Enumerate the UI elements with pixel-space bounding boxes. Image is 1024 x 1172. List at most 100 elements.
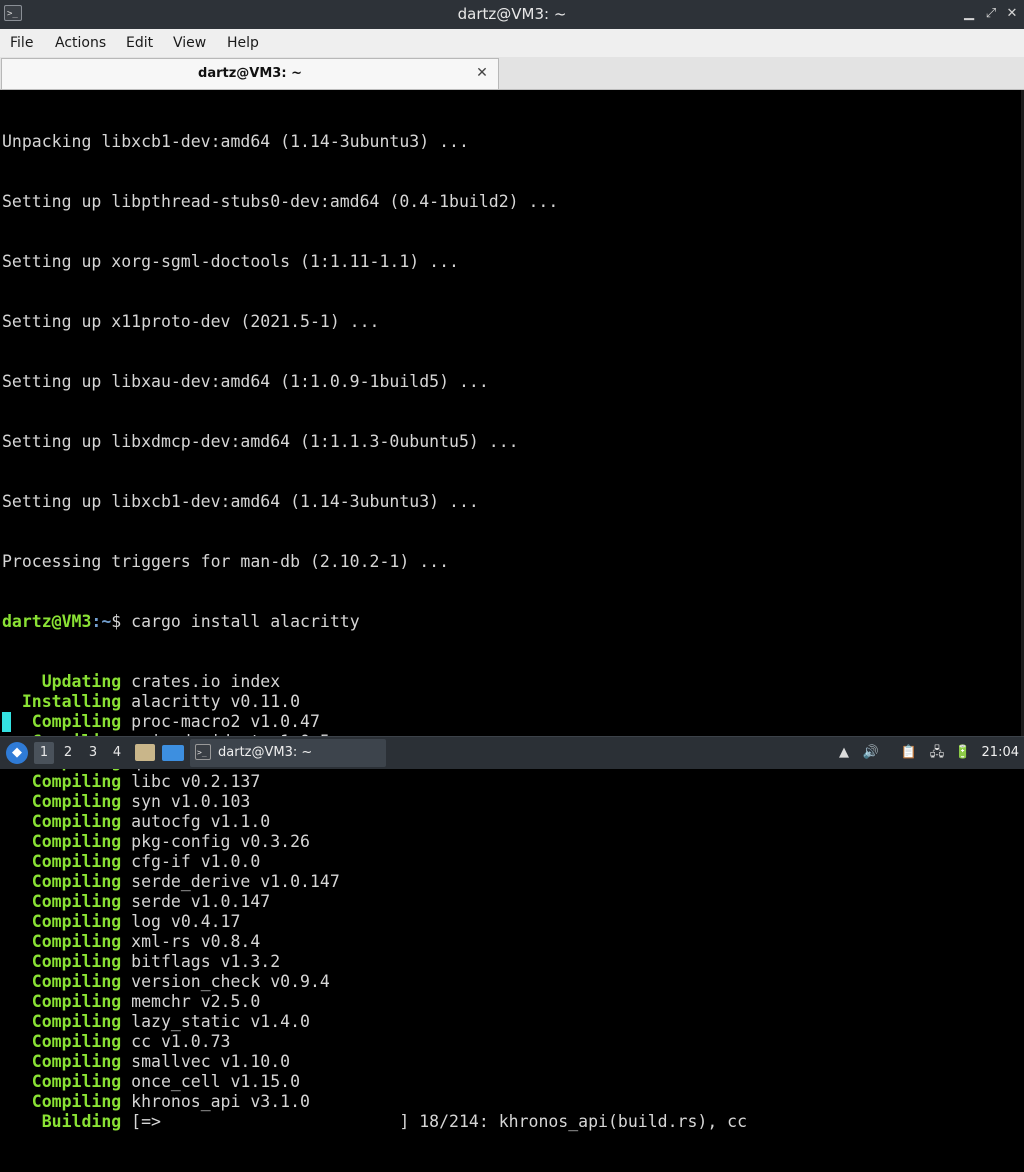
cargo-status-text: alacritty v0.11.0: [121, 692, 301, 711]
cargo-line: Updating crates.io index: [2, 672, 747, 692]
cargo-status-tag: Compiling: [2, 1012, 122, 1031]
tab-terminal[interactable]: dartz@VM3: ~ ✕: [1, 58, 499, 89]
cargo-status-tag: Building: [2, 1112, 122, 1131]
prompt-user-host: dartz@VM3: [2, 612, 92, 631]
terminal-task-icon: >_: [195, 744, 211, 760]
cargo-status-text: syn v1.0.103: [121, 792, 251, 811]
output-line: Setting up libxcb1-dev:amd64 (1.14-3ubun…: [2, 492, 479, 511]
cargo-line: Compiling libc v0.2.137: [2, 772, 747, 792]
maximize-button[interactable]: ⤢: [982, 5, 1000, 23]
cargo-status-text: pkg-config v0.3.26: [121, 832, 310, 851]
output-line: Setting up libxau-dev:amd64 (1:1.0.9-1bu…: [2, 372, 489, 391]
menu-help[interactable]: Help: [227, 29, 259, 57]
prompt-path: :~: [91, 612, 112, 631]
close-window-button[interactable]: ✕: [1003, 5, 1021, 23]
cargo-line: Compiling serde_derive v1.0.147: [2, 872, 747, 892]
menu-actions[interactable]: Actions: [55, 29, 106, 57]
cargo-status-tag: Compiling: [2, 1092, 122, 1111]
minimize-button[interactable]: ▁: [960, 5, 978, 23]
cargo-line: Compiling version_check v0.9.4: [2, 972, 747, 992]
cargo-line: Compiling cfg-if v1.0.0: [2, 852, 747, 872]
cargo-status-tag: Installing: [2, 692, 122, 711]
cargo-status-text: proc-macro2 v1.0.47: [121, 712, 320, 731]
cargo-status-tag: Compiling: [2, 872, 122, 891]
cargo-status-tag: Compiling: [2, 812, 122, 831]
tab-close-icon[interactable]: ✕: [474, 65, 490, 81]
cargo-status-text: autocfg v1.1.0: [121, 812, 271, 831]
cargo-status-text: khronos_api v3.1.0: [121, 1092, 310, 1111]
cargo-line: Compiling once_cell v1.15.0: [2, 1072, 747, 1092]
menu-edit[interactable]: Edit: [126, 29, 153, 57]
file-manager-icon[interactable]: [135, 744, 155, 761]
cargo-status-text: [=> ] 18/214: khronos_api(build.rs), cc: [121, 1112, 748, 1131]
taskbar: ◆ 1 2 3 4 >_ dartz@VM3: ~ ▲ 🔊 📋 🖧 🔋 21:0…: [0, 736, 1024, 769]
cargo-line: Compiling syn v1.0.103: [2, 792, 747, 812]
volume-icon[interactable]: 🔊: [862, 744, 880, 762]
cargo-status-text: serde_derive v1.0.147: [121, 872, 340, 891]
output-line: Setting up x11proto-dev (2021.5-1) ...: [2, 312, 380, 331]
cargo-status-tag: Compiling: [2, 992, 122, 1011]
cargo-line: Compiling cc v1.0.73: [2, 1032, 747, 1052]
cargo-status-tag: Compiling: [2, 772, 122, 791]
cargo-status-tag: Compiling: [2, 932, 122, 951]
cargo-status-tag: Compiling: [2, 852, 122, 871]
cargo-status-text: xml-rs v0.8.4: [121, 932, 261, 951]
cargo-status-text: crates.io index: [121, 672, 281, 691]
menu-view[interactable]: View: [173, 29, 206, 57]
cargo-status-tag: Compiling: [2, 712, 122, 731]
cargo-status-text: memchr v2.5.0: [121, 992, 261, 1011]
workspace-4[interactable]: 4: [107, 742, 127, 764]
show-desktop-icon[interactable]: [162, 745, 184, 761]
cargo-line: Compiling log v0.4.17: [2, 912, 747, 932]
title-bar[interactable]: >_ dartz@VM3: ~ ▁ ⤢ ✕: [0, 0, 1024, 30]
taskbar-task-terminal[interactable]: >_ dartz@VM3: ~: [190, 739, 386, 767]
terminal-cursor: [2, 712, 11, 732]
cargo-line: Compiling autocfg v1.1.0: [2, 812, 747, 832]
terminal-window: >_ dartz@VM3: ~ ▁ ⤢ ✕ File Actions Edit …: [0, 0, 1024, 1131]
output-line: Setting up xorg-sgml-doctools (1:1.11-1.…: [2, 252, 459, 271]
cargo-status-text: lazy_static v1.4.0: [121, 1012, 310, 1031]
cargo-status-text: version_check v0.9.4: [121, 972, 330, 991]
cargo-line: Compiling serde v1.0.147: [2, 892, 747, 912]
cargo-status-text: smallvec v1.10.0: [121, 1052, 291, 1071]
clipboard-icon[interactable]: 📋: [900, 744, 918, 762]
terminal-text: Unpacking libxcb1-dev:amd64 (1.14-3ubunt…: [2, 92, 747, 1172]
terminal-output[interactable]: Unpacking libxcb1-dev:amd64 (1.14-3ubunt…: [0, 90, 1024, 1131]
start-menu-icon[interactable]: ◆: [6, 742, 28, 764]
clock[interactable]: 21:04: [982, 737, 1019, 769]
cargo-status-text: cc v1.0.73: [121, 1032, 231, 1051]
cargo-status-tag: Compiling: [2, 1032, 122, 1051]
cargo-status-tag: Compiling: [2, 972, 122, 991]
cargo-status-text: cfg-if v1.0.0: [121, 852, 261, 871]
cargo-line: Compiling pkg-config v0.3.26: [2, 832, 747, 852]
battery-icon[interactable]: 🔋: [954, 744, 972, 762]
cargo-status-tag: Compiling: [2, 832, 122, 851]
workspace-3[interactable]: 3: [83, 742, 103, 764]
output-line: Setting up libxdmcp-dev:amd64 (1:1.1.3-0…: [2, 432, 519, 451]
cargo-line: Compiling bitflags v1.3.2: [2, 952, 747, 972]
upload-icon[interactable]: ▲: [835, 744, 853, 762]
network-icon[interactable]: 🖧: [928, 744, 946, 762]
cargo-status-text: bitflags v1.3.2: [121, 952, 281, 971]
cargo-status-text: serde v1.0.147: [121, 892, 271, 911]
prompt-command: cargo install alacritty: [121, 612, 360, 631]
menu-file[interactable]: File: [10, 29, 33, 57]
cargo-line: Compiling lazy_static v1.4.0: [2, 1012, 747, 1032]
workspace-2[interactable]: 2: [58, 742, 78, 764]
cargo-line: Compiling xml-rs v0.8.4: [2, 932, 747, 952]
cargo-status-tag: Compiling: [2, 792, 122, 811]
cargo-status-tag: Updating: [2, 672, 122, 691]
cargo-line: Compiling memchr v2.5.0: [2, 992, 747, 1012]
menu-bar: File Actions Edit View Help: [0, 29, 1024, 57]
tab-bar: dartz@VM3: ~ ✕: [0, 57, 1024, 90]
cargo-status-text: libc v0.2.137: [121, 772, 261, 791]
cargo-status-text: log v0.4.17: [121, 912, 241, 931]
cargo-line: Building [=> ] 18/214: khronos_api(build…: [2, 1112, 747, 1132]
cargo-line: Installing alacritty v0.11.0: [2, 692, 747, 712]
cargo-line: Compiling khronos_api v3.1.0: [2, 1092, 747, 1112]
workspace-1[interactable]: 1: [34, 742, 54, 764]
cargo-status-tag: Compiling: [2, 1052, 122, 1071]
cargo-status-tag: Compiling: [2, 952, 122, 971]
task-label: dartz@VM3: ~: [218, 745, 313, 760]
prompt-symbol: $: [111, 612, 122, 631]
